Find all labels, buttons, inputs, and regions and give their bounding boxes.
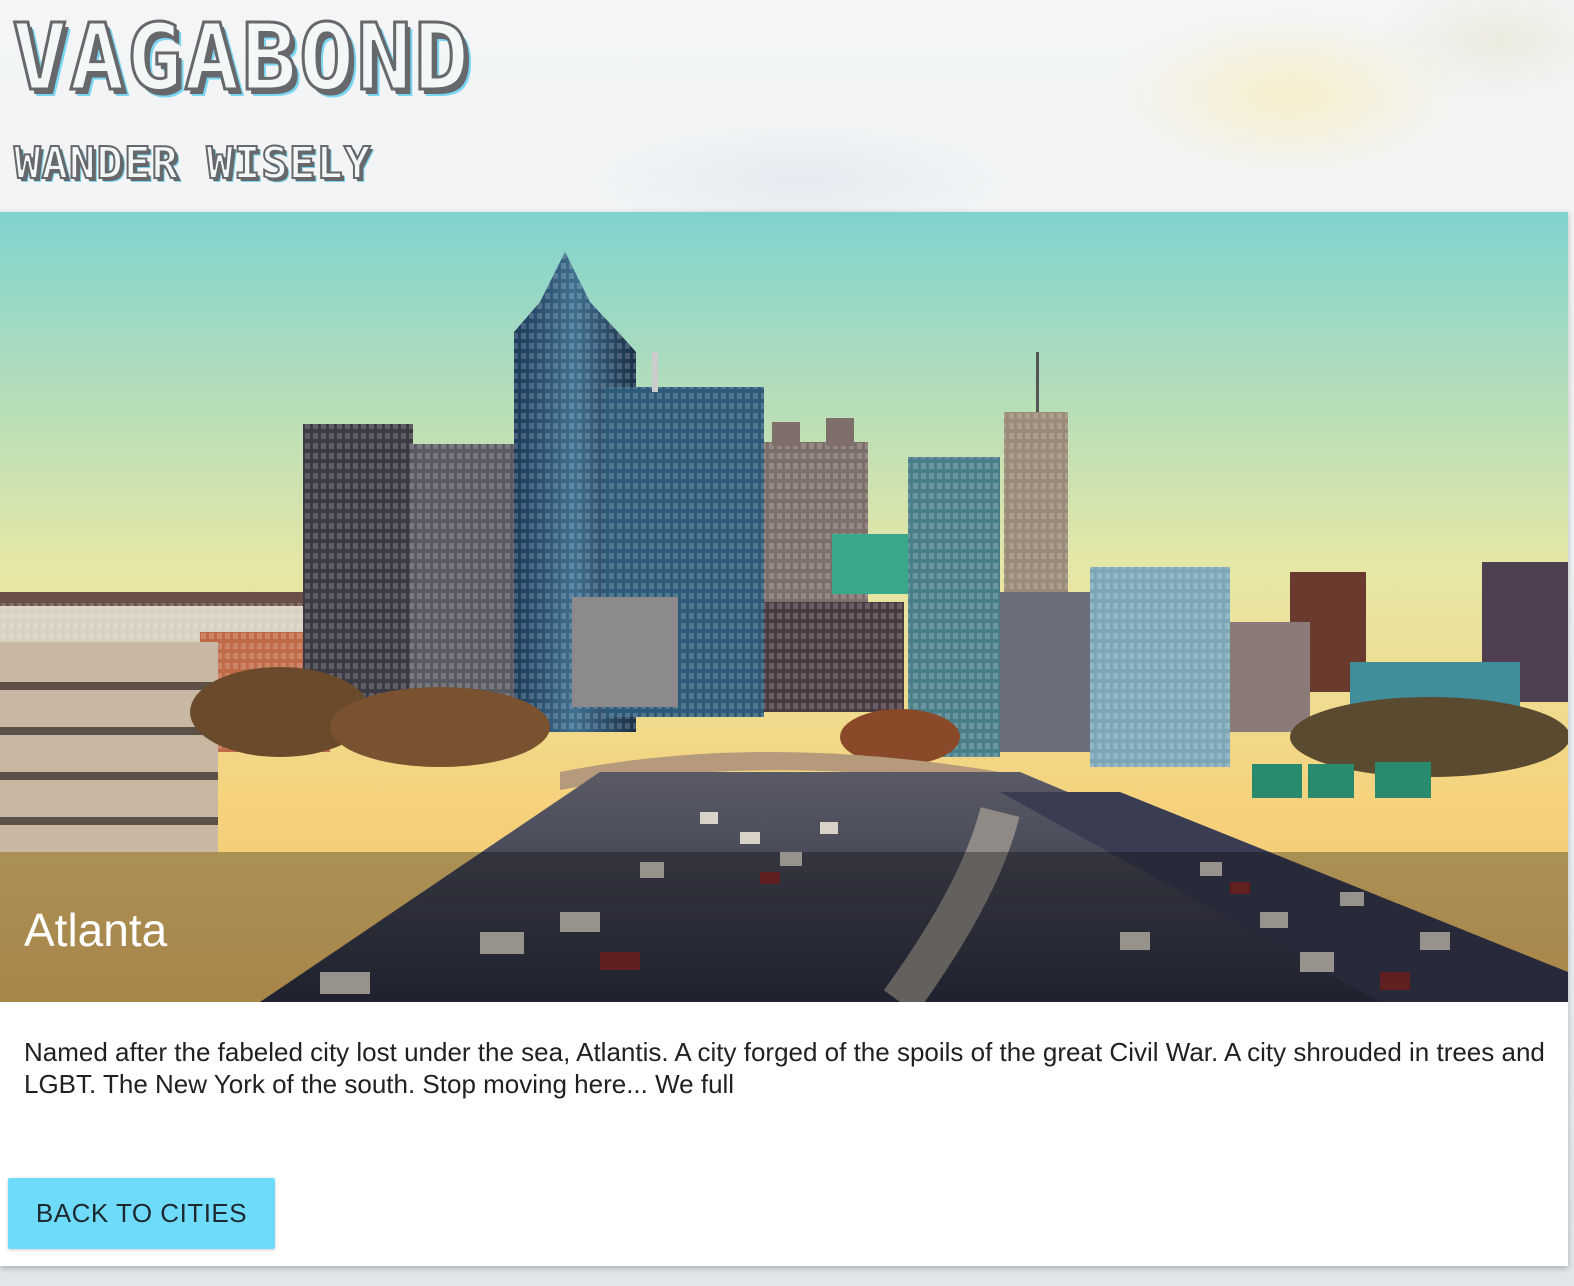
- site-header: VAGABOND WANDER WISELY: [0, 0, 1574, 212]
- city-hero-image: Atlanta: [0, 212, 1568, 1002]
- city-description: Named after the fabeled city lost under …: [24, 1037, 1545, 1099]
- hero-caption-overlay: [0, 852, 1568, 1002]
- site-tagline: WANDER WISELY: [13, 137, 372, 190]
- city-title: Atlanta: [24, 904, 168, 956]
- site-logo[interactable]: VAGABOND: [10, 6, 471, 109]
- back-to-cities-button[interactable]: BACK TO CITIES: [8, 1178, 275, 1249]
- city-card: Atlanta Named after the fabeled city los…: [0, 212, 1568, 1266]
